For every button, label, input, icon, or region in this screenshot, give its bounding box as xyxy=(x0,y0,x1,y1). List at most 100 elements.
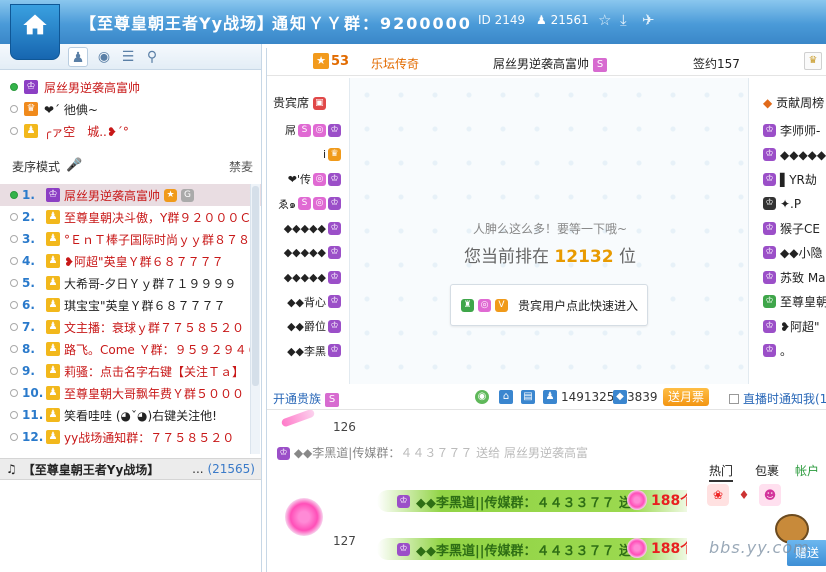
offline-dot xyxy=(10,127,18,135)
queue-number: 5. xyxy=(22,276,35,290)
queue-item[interactable]: 4. ♟ ❥阿超"英皇Ｙ群６８７７７７ xyxy=(0,250,261,272)
window-icon[interactable]: ▤ xyxy=(521,390,535,404)
game-badge-icon: G xyxy=(181,188,195,202)
rank-icon: ♟ xyxy=(46,364,60,378)
queue-item[interactable]: 7. ♟ 文主播：衰球ｙ群７７５８５２０ xyxy=(0,316,261,338)
queue-scrollbar[interactable] xyxy=(250,184,260,454)
vip-seat[interactable]: ◆◆背心 ♔ xyxy=(271,290,343,315)
group-notice: 通知ＹＹ群：9200000 xyxy=(272,14,472,33)
offline-dot xyxy=(10,389,18,397)
offline-dot xyxy=(10,323,18,331)
offline-dot xyxy=(10,367,18,375)
host-name[interactable]: 屌丝男逆袭高富帅 S xyxy=(493,55,608,72)
location-icon[interactable]: ◉ xyxy=(94,47,114,67)
vip-seat[interactable]: ◆◆◆◆◆ ♔ xyxy=(271,216,343,241)
queue-item[interactable]: 2. ♟ 至尊皇朝决斗傲，Y群９２０００Ｃ xyxy=(0,206,261,228)
tab-hot[interactable]: 热门 xyxy=(709,462,734,482)
vip-seat[interactable]: 屌 S ◎ ♔ xyxy=(271,118,343,143)
home-icon[interactable]: ⌂ xyxy=(499,390,513,404)
rank-icon: ♔ xyxy=(24,80,38,94)
rank-item[interactable]: ♔ 至尊皇朝 xyxy=(763,290,826,315)
vip-seat[interactable]: ゑ๑ S ◎ ♔ xyxy=(271,192,343,217)
gift-count-bottom: 188个 xyxy=(627,538,694,558)
queue-item[interactable]: 11. ♟ 笑看哇哇 (◕ˇ◕)右键关注他! xyxy=(0,404,261,426)
seat-name: ◆◆李黑 xyxy=(287,344,326,358)
seat-name: ◆◆◆◆◆ xyxy=(283,221,326,235)
rank-item[interactable]: ♔ 苏致 Ma xyxy=(763,265,826,290)
tab-account[interactable]: 帐户 xyxy=(795,462,819,479)
live-notify-checkbox[interactable]: 直播时通知我(12 xyxy=(729,390,826,407)
vip-seat[interactable]: ◆◆爵位 ♔ xyxy=(271,314,343,339)
send-monthly-ticket-button[interactable]: 送月票 xyxy=(663,388,709,406)
mute-mic-button[interactable]: 禁麦 xyxy=(229,158,253,175)
vip-seat[interactable]: ◆◆◆◆◆ ♔ xyxy=(271,241,343,266)
mic-green-icon[interactable]: ◉ xyxy=(475,390,489,404)
rank-icon: ♟ xyxy=(46,254,60,268)
mic-mode-row: 麦序模式 🎤 禁麦 xyxy=(0,154,261,178)
home-button[interactable] xyxy=(10,4,60,60)
vip-seat-list: 屌 S ◎ ♔ i ♛ ❤'传 ◎ ♔ ゑ๑ S ◎ ♔ ◆◆◆◆◆ ♔ ◆◆◆◆◆ ♔ ◆◆◆◆◆ ♔… xyxy=(271,118,343,363)
rank-item[interactable]: ♔ 猴子CE xyxy=(763,216,826,241)
tab-package[interactable]: 包裹 xyxy=(755,462,779,479)
scrollbar-thumb[interactable] xyxy=(252,186,259,386)
rank-icon: ♟ xyxy=(46,342,60,356)
vip-seat[interactable]: ◆◆李黑 ♔ xyxy=(271,339,343,364)
manager-item[interactable]: ♟ ╭ァ空 城..❥ˊ° xyxy=(10,120,261,142)
checkbox-box[interactable] xyxy=(729,394,739,404)
offline-dot xyxy=(10,345,18,353)
face-gift-icon[interactable]: ☻ xyxy=(759,484,781,506)
online-dot xyxy=(10,191,18,199)
contribution-rank-list: ♔ 李师师- ♔ ◆◆◆◆◆◆ ♔ ▌YR劫 ♔ ✦.P ♔ 猴子CE ♔ ◆◆小隐 ♔ 苏致… xyxy=(763,118,826,363)
rank-item[interactable]: ♔。 xyxy=(763,339,826,364)
vip-seat[interactable]: i ♛ xyxy=(271,143,343,168)
queue-item[interactable]: 1. ♔ 屌丝男逆袭高富帅 ★ G xyxy=(0,184,261,206)
rank-item[interactable]: ♔ ◆◆◆◆◆◆ xyxy=(763,143,826,168)
people-icon[interactable]: ♟ xyxy=(68,47,88,67)
notes-icon[interactable]: ☰ xyxy=(118,47,138,67)
guest-fast-entry-button[interactable]: ♜ ◎ V 贵宾用户点此快速进入 xyxy=(450,284,648,326)
people-icon[interactable]: ♟ xyxy=(543,390,557,404)
chat-message[interactable]: ♔ ◆◆李黑道|传媒群：４４３７７７ 送给 屌丝男逆袭高富 xyxy=(277,444,588,461)
vip-seat[interactable]: ❤'传 ◎ ♔ xyxy=(271,167,343,192)
queue-item[interactable]: 5. ♟ 大希哥-夕日Ｙｙ群７１９９９９ xyxy=(0,272,261,294)
open-noble-link[interactable]: 开通贵族 S xyxy=(273,390,340,407)
queue-item[interactable]: 3. ♟ °ＥｎＴ棒子国际时尚ｙｙ群８７８ xyxy=(0,228,261,250)
download-icon[interactable]: ⤓ xyxy=(620,11,627,29)
queue-item[interactable]: 6. ♟ 琪宝宝"英皇Ｙ群６８７７７７ xyxy=(0,294,261,316)
plane-icon[interactable]: ✈ xyxy=(642,11,655,29)
rank-name: ✦.P xyxy=(780,196,802,211)
queue-item[interactable]: 10. ♟ 至尊皇朝大哥飘年费Ｙ群５０００ xyxy=(0,382,261,404)
ellipsis: ... xyxy=(192,462,204,476)
manager-item[interactable]: ♔ 屌丝男逆袭高富帅 xyxy=(10,76,261,98)
mic-mode-label[interactable]: 麦序模式 xyxy=(12,158,60,175)
queue-item[interactable]: 9. ♟ 莉骚：点击名字右键【关注Ｔａ】 xyxy=(0,360,261,382)
forum-name[interactable]: 乐坛传奇 xyxy=(371,55,419,72)
rank-item[interactable]: ♔ 李师师- xyxy=(763,118,826,143)
rank-icon: ♟ xyxy=(46,276,60,290)
rank-item[interactable]: ♔ ✦.P xyxy=(763,192,826,217)
chat-line-number: 127 xyxy=(333,534,356,548)
mic-icon[interactable]: 🎤 xyxy=(66,158,82,174)
search-icon[interactable]: ⚲ xyxy=(142,47,162,67)
rank-icon: ♔ xyxy=(328,319,341,333)
rank-item[interactable]: ♔ ❥阿超" xyxy=(763,314,826,339)
pig-gift-icon[interactable]: ❀ xyxy=(707,484,729,506)
channel-tree-root[interactable]: ♫ 【至尊皇朝王者Yy战场】 ... (21565) xyxy=(0,458,261,480)
signin-count[interactable]: 签约157 xyxy=(693,55,740,72)
channel-tree-title: 【至尊皇朝王者Yy战场】 xyxy=(22,462,160,477)
crown-icon[interactable]: ♛ xyxy=(804,52,822,70)
s-badge-icon: S xyxy=(325,392,340,407)
star-icon[interactable]: ☆ xyxy=(598,11,611,29)
manager-item[interactable]: ♛ ❤ˊ 彵倎~ xyxy=(10,98,261,120)
rank-item[interactable]: ♔ ◆◆小隐 xyxy=(763,241,826,266)
lipstick-gift-icon[interactable]: ♦ xyxy=(733,484,755,506)
queue-number: 9. xyxy=(22,364,35,378)
vip-seat[interactable]: ◆◆◆◆◆ ♔ xyxy=(271,265,343,290)
seat-name: ◆◆◆◆◆ xyxy=(283,246,326,260)
queue-item[interactable]: 8. ♟ 路飞。Come Ｙ群：９５９２９４６ xyxy=(0,338,261,360)
queue-message: 人胂么这么多！要等一下哦~ xyxy=(472,222,628,236)
chat-area[interactable]: 126 ♔ ◆◆李黑道|传媒群：４４３７７７ 送给 屌丝男逆袭高富 ♔ ◆◆李黑… xyxy=(267,410,687,572)
seat-name: ◆◆爵位 xyxy=(287,320,326,334)
queue-item[interactable]: 12. ♟ yy战场通知群：７７５８５２０ xyxy=(0,426,261,448)
rank-item[interactable]: ♔ ▌YR劫 xyxy=(763,167,826,192)
